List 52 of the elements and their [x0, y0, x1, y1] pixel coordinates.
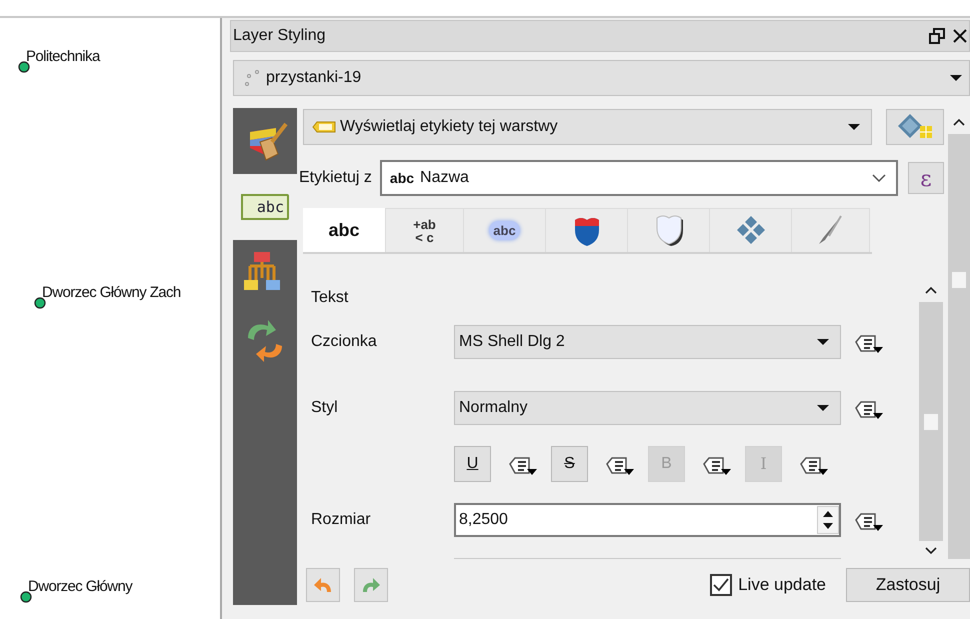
dropdown-caret-icon: [847, 123, 861, 131]
underline-button[interactable]: U: [454, 446, 491, 482]
strikethrough-button[interactable]: S: [551, 446, 588, 482]
tab[interactable]: [710, 208, 792, 252]
point-label: Dworzec Główny: [28, 577, 132, 597]
scroll-up-icon[interactable]: [925, 286, 937, 294]
panel-title: Layer Styling: [233, 26, 326, 46]
checkbox-label: Live update: [738, 574, 826, 596]
checkmark-icon: [713, 578, 730, 592]
dropdown[interactable]: Normalny: [454, 391, 841, 425]
scroll-up-icon[interactable]: [953, 118, 965, 126]
dropdown[interactable]: MS Shell Dlg 2: [454, 325, 841, 359]
field-label: Etykietuj z: [299, 168, 372, 188]
label-tag-icon: [312, 121, 336, 133]
tab[interactable]: abc: [464, 208, 546, 252]
point-label: Dworzec Główny Zach: [42, 283, 181, 303]
tab[interactable]: abc: [303, 208, 386, 252]
expression-button[interactable]: ε: [908, 162, 944, 194]
checkbox[interactable]: [710, 574, 732, 596]
scroll-thumb[interactable]: [952, 272, 966, 288]
label-mode-dropdown[interactable]: Wyświetlaj etykiety tej warstwy: [303, 109, 872, 145]
field-label: Rozmiar: [311, 510, 372, 530]
point-marker-icon: [18, 60, 30, 72]
scroll-thumb[interactable]: [924, 414, 938, 430]
sidebar-tab[interactable]: abc: [233, 174, 297, 240]
point-label: Politechnika: [26, 47, 100, 67]
field-label: Styl: [311, 398, 339, 418]
chevron-down-icon: [872, 174, 886, 182]
label-tag-icon: abc: [241, 194, 289, 220]
dropdown-caret-icon: [816, 404, 830, 412]
field-label: Czcionka: [311, 332, 378, 352]
point-layer-icon: [244, 68, 260, 88]
dropdown-caret-icon: [949, 74, 963, 82]
section-title: Tekst: [311, 288, 350, 308]
tab[interactable]: [628, 208, 710, 252]
spinner-arrows-icon[interactable]: [817, 506, 839, 534]
close-icon[interactable]: [953, 29, 967, 43]
redo-arrow-icon: [361, 576, 381, 594]
scroll-down-icon[interactable]: [925, 547, 937, 555]
undo-arrow-icon: [313, 576, 333, 594]
point-marker-icon: [20, 590, 32, 602]
apply-button[interactable]: Zastosuj: [846, 568, 970, 602]
layer-dropdown[interactable]: przystanki-19: [233, 60, 970, 96]
float-icon[interactable]: [929, 28, 945, 44]
point-marker-icon: [34, 296, 46, 308]
dropdown-caret-icon: [816, 338, 830, 346]
field-type-label: abc: [390, 168, 414, 188]
tab[interactable]: [546, 208, 628, 252]
tab[interactable]: +ab < c: [386, 208, 464, 252]
spin-box[interactable]: 8,2500: [454, 503, 841, 537]
label-field-dropdown[interactable]: abc Nazwa: [380, 160, 898, 196]
rule-based-labels-button[interactable]: [886, 109, 944, 145]
